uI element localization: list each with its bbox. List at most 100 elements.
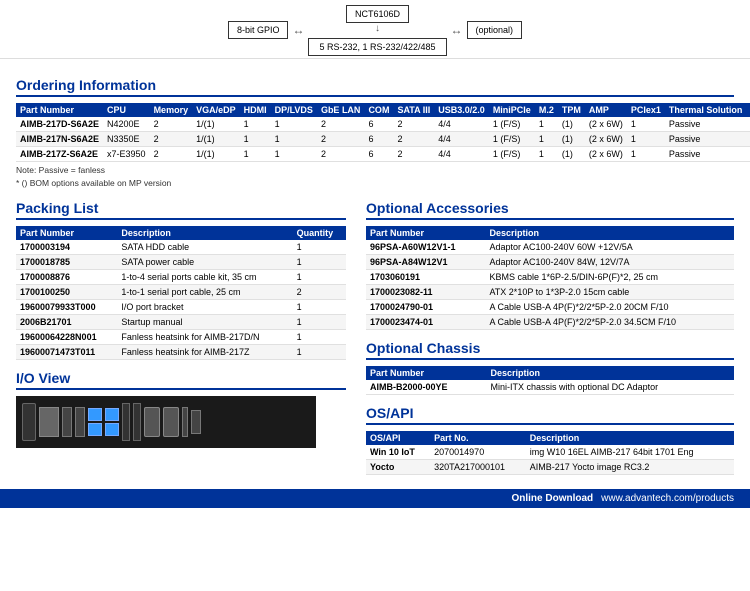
ordering-cell: 1 (F/S) xyxy=(489,132,535,147)
ordering-cell: Passive xyxy=(665,147,747,162)
optional-chassis-table: Part NumberDescription AIMB-B2000-00YEMi… xyxy=(366,366,734,395)
accessories-cell: A Cable USB-A 4P(F)*2/2*5P-2.0 20CM F/10 xyxy=(485,300,734,315)
main-content: Ordering Information Part NumberCPUMemor… xyxy=(0,59,750,481)
ordering-cell: (2 x 6W) xyxy=(585,132,627,147)
packing-col-header: Part Number xyxy=(16,226,117,240)
accessories-cell: 1700023082-11 xyxy=(366,285,485,300)
diagram-center: NCT6106D ↓ 5 RS-232, 1 RS-232/422/485 xyxy=(308,5,446,56)
ordering-table: Part NumberCPUMemoryVGA/eDPHDMIDP/LVDSGb… xyxy=(16,103,750,162)
ordering-cell: 2 xyxy=(150,117,193,132)
ordering-cell: 0 ~ 60° C xyxy=(746,132,750,147)
packing-row: 2006B21701Startup manual1 xyxy=(16,315,346,330)
ordering-cell: AIMB-217N-S6A2E xyxy=(16,132,103,147)
accessories-cell: KBMS cable 1*6P-2.5/DIN-6P(F)*2, 25 cm xyxy=(485,270,734,285)
ordering-col-header: M.2 xyxy=(535,103,558,117)
bottom-bar-url: www.advantech.com/products xyxy=(601,493,734,504)
ordering-cell: 1/(1) xyxy=(192,147,240,162)
packing-cell: Fanless heatsink for AIMB-217D/N xyxy=(117,330,292,345)
ordering-cell: AIMB-217D-S6A2E xyxy=(16,117,103,132)
packing-cell: 1 xyxy=(293,330,346,345)
ordering-cell: 1 xyxy=(535,117,558,132)
ordering-cell: 1 xyxy=(271,147,317,162)
packing-col-header: Description xyxy=(117,226,292,240)
packing-cell: 1700100250 xyxy=(16,285,117,300)
accessories-cell: A Cable USB-A 4P(F)*2/2*5P-2.0 34.5CM F/… xyxy=(485,315,734,330)
ordering-cell: 2 xyxy=(150,132,193,147)
ordering-cell: 1 xyxy=(240,132,271,147)
ordering-col-header: AMP xyxy=(585,103,627,117)
osapi-cell: Yocto xyxy=(366,460,430,475)
ordering-col-header: COM xyxy=(364,103,393,117)
chassis-col-header: Description xyxy=(487,366,734,380)
accessories-cell: 1700023474-01 xyxy=(366,315,485,330)
osapi-col-header: Description xyxy=(526,431,734,445)
port-usb1 xyxy=(62,407,72,437)
ordering-cell: (1) xyxy=(558,147,585,162)
left-column: Packing List Part NumberDescriptionQuant… xyxy=(16,190,346,475)
ordering-note2: * () BOM options available on MP version xyxy=(16,178,734,188)
ordering-col-header: TPM xyxy=(558,103,585,117)
packing-cell: 19600064228N001 xyxy=(16,330,117,345)
packing-table: Part NumberDescriptionQuantity 170000319… xyxy=(16,226,346,360)
port-usb3-4 xyxy=(105,423,119,436)
accessories-row: 1700023474-01A Cable USB-A 4P(F)*2/2*5P-… xyxy=(366,315,734,330)
port-eth1 xyxy=(144,407,160,437)
osapi-row: Yocto320TA217000101AIMB-217 Yocto image … xyxy=(366,460,734,475)
osapi-cell: AIMB-217 Yocto image RC3.2 xyxy=(526,460,734,475)
osapi-col-header: Part No. xyxy=(430,431,526,445)
packing-row: 19600071473T011Fanless heatsink for AIMB… xyxy=(16,345,346,360)
packing-cell: SATA power cable xyxy=(117,255,292,270)
ordering-cell: 1 xyxy=(535,147,558,162)
ordering-note1: Note: Passive = fanless xyxy=(16,165,734,175)
diagram-arrow2: ↔ xyxy=(447,23,467,37)
ordering-col-header: SATA III xyxy=(393,103,434,117)
accessories-row: 1703060191KBMS cable 1*6P-2.5/DIN-6P(F)*… xyxy=(366,270,734,285)
port-usb-stack2 xyxy=(105,408,119,436)
osapi-title: OS/API xyxy=(366,405,734,425)
packing-cell: 1 xyxy=(293,315,346,330)
ordering-col-header: GbE LAN xyxy=(317,103,365,117)
ordering-col-header: MiniPCIe xyxy=(489,103,535,117)
ordering-cell: -20 ~ 70° C xyxy=(746,147,750,162)
accessories-row: 1700024790-01A Cable USB-A 4P(F)*2/2*5P-… xyxy=(366,300,734,315)
ordering-cell: 1 xyxy=(627,132,665,147)
chassis-cell: AIMB-B2000-00YE xyxy=(366,380,487,395)
packing-cell: 1-to-1 serial port cable, 25 cm xyxy=(117,285,292,300)
accessories-col-header: Part Number xyxy=(366,226,485,240)
ordering-col-header: PCIex1 xyxy=(627,103,665,117)
ordering-col-header: Operating Temp. xyxy=(746,103,750,117)
port-audio2 xyxy=(133,403,141,441)
ordering-cell: 2 xyxy=(393,117,434,132)
accessories-cell: ATX 2*10P to 1*3P-2.0 15cm cable xyxy=(485,285,734,300)
chassis-row: AIMB-B2000-00YEMini-ITX chassis with opt… xyxy=(366,380,734,395)
port-usb3-1 xyxy=(88,408,102,421)
ordering-col-header: DP/LVDS xyxy=(271,103,317,117)
ordering-col-header: Memory xyxy=(150,103,193,117)
packing-cell: 2 xyxy=(293,285,346,300)
packing-col-header: Quantity xyxy=(293,226,346,240)
ordering-cell: 1/(1) xyxy=(192,117,240,132)
ordering-cell: 2 xyxy=(150,147,193,162)
ordering-cell: 2 xyxy=(317,147,365,162)
two-col-layout: Packing List Part NumberDescriptionQuant… xyxy=(16,190,734,475)
osapi-cell: 320TA217000101 xyxy=(430,460,526,475)
port-hdmi xyxy=(182,407,188,437)
bottom-bar-label: Online Download xyxy=(511,493,593,504)
optional-accessories-table: Part NumberDescription 96PSA-A60W12V1-1A… xyxy=(366,226,734,330)
packing-cell: 1 xyxy=(293,345,346,360)
accessories-cell: Adaptor AC100-240V 60W +12V/5A xyxy=(485,240,734,255)
diagram-section: 8-bit GPIO ↔ NCT6106D ↓ 5 RS-232, 1 RS-2… xyxy=(0,0,750,59)
ordering-cell: AIMB-217Z-S6A2E xyxy=(16,147,103,162)
packing-cell: 1 xyxy=(293,240,346,255)
chassis-cell: Mini-ITX chassis with optional DC Adapto… xyxy=(487,380,734,395)
osapi-cell: img W10 16EL AIMB-217 64bit 1701 Eng xyxy=(526,445,734,460)
packing-cell: 1700003194 xyxy=(16,240,117,255)
ordering-col-header: VGA/eDP xyxy=(192,103,240,117)
ordering-cell: 1 xyxy=(627,147,665,162)
ordering-cell: (1) xyxy=(558,132,585,147)
accessories-cell: 96PSA-A60W12V1-1 xyxy=(366,240,485,255)
packing-row: 1700003194SATA HDD cable1 xyxy=(16,240,346,255)
port-serial xyxy=(22,403,36,441)
packing-row: 1700018785SATA power cable1 xyxy=(16,255,346,270)
ordering-cell: 6 xyxy=(364,147,393,162)
